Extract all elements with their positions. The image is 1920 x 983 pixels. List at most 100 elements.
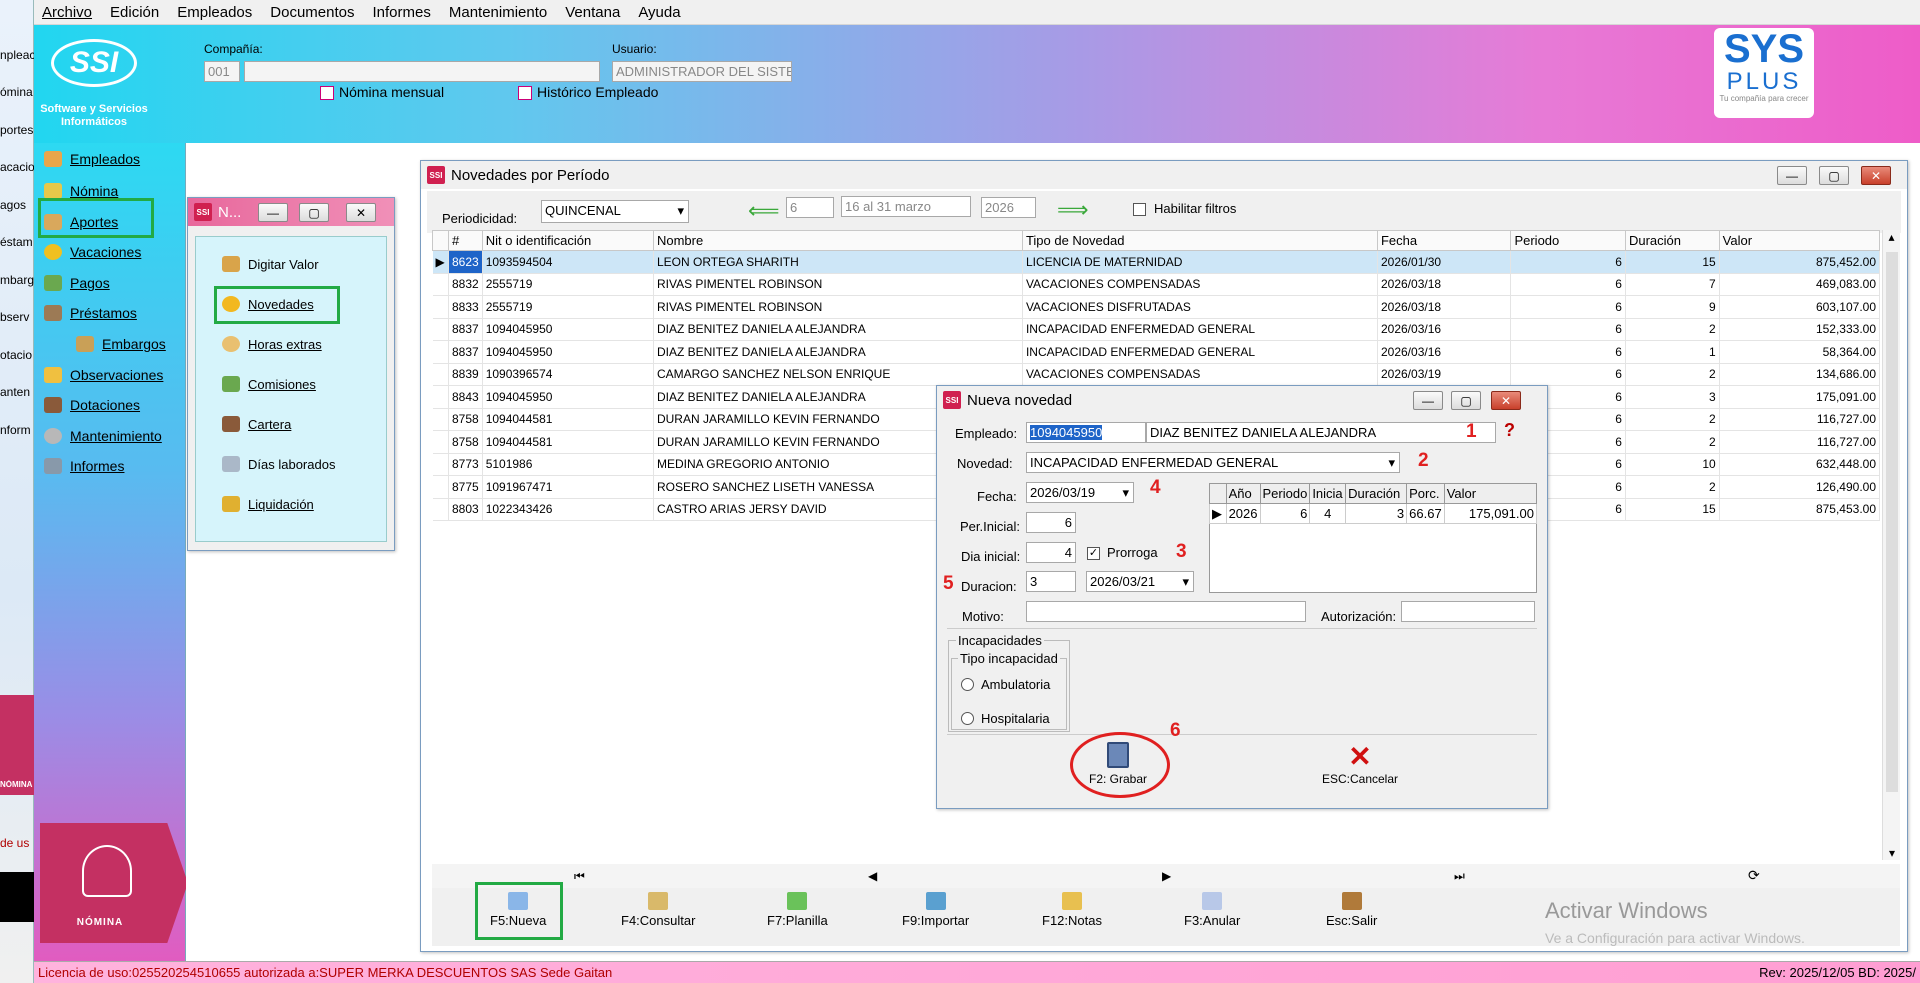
vertical-scrollbar[interactable]: ▴ ▾ bbox=[1882, 230, 1900, 860]
novedad-label: Novedad: bbox=[957, 456, 1013, 471]
sidebar-item-empleados[interactable]: Empleados bbox=[44, 144, 140, 174]
scroll-up-icon[interactable]: ▴ bbox=[1883, 230, 1900, 244]
minimize-button[interactable]: — bbox=[258, 203, 288, 222]
fecha-fin-picker[interactable]: 2026/03/21 ▾ bbox=[1086, 571, 1194, 592]
period-number-field[interactable]: 6 bbox=[786, 197, 834, 218]
importar-button[interactable]: F9:Importar bbox=[902, 892, 969, 928]
autorizacion-field[interactable] bbox=[1401, 601, 1535, 622]
fecha-picker[interactable]: 2026/03/19 ▾ bbox=[1026, 482, 1134, 503]
menu-edicion[interactable]: Edición bbox=[110, 4, 159, 21]
table-cell: VACACIONES COMPENSADAS bbox=[1022, 273, 1378, 296]
menu-informes[interactable]: Informes bbox=[373, 4, 431, 21]
menu-ayuda[interactable]: Ayuda bbox=[638, 4, 680, 21]
maximize-button[interactable]: ▢ bbox=[1819, 166, 1849, 185]
motivo-field[interactable] bbox=[1026, 601, 1306, 622]
menu-ventana[interactable]: Ventana bbox=[565, 4, 620, 21]
planilla-button[interactable]: F7:Planilla bbox=[767, 892, 828, 928]
table-row[interactable]: 8833 2555719 RIVAS PIMENTEL ROBINSON VACACI… bbox=[432, 295, 1881, 319]
table-cell: VACACIONES DISFRUTADAS bbox=[1022, 295, 1378, 319]
main-titlebar: SSI Novedades por Período bbox=[421, 161, 1907, 189]
column-header[interactable]: Valor bbox=[1718, 230, 1881, 251]
prorroga-label: Prorroga bbox=[1107, 545, 1158, 560]
table-cell: 2 bbox=[1625, 363, 1720, 386]
table-cell: 58,364.00 bbox=[1719, 340, 1881, 364]
help-icon[interactable]: ? bbox=[1504, 420, 1515, 441]
periods-row[interactable]: ▶ 2026 6 4 3 66.67 175,091.00 bbox=[1209, 503, 1538, 524]
sidebar-item-vacaciones[interactable]: Vacaciones bbox=[44, 237, 141, 267]
sidebar-item-pagos[interactable]: Pagos bbox=[44, 268, 110, 298]
cancelar-button[interactable]: ✕ ESC:Cancelar bbox=[1320, 742, 1400, 798]
anular-button[interactable]: F3:Anular bbox=[1184, 892, 1240, 928]
company-name-field[interactable] bbox=[244, 61, 600, 82]
table-row[interactable]: ▶ 8623 1093594504 LEON ORTEGA SHARITH LICENC… bbox=[432, 250, 1881, 274]
next-record-icon[interactable]: ▶ bbox=[1162, 869, 1171, 883]
table-cell: 469,083.00 bbox=[1719, 273, 1881, 296]
empleado-id-field[interactable]: 1094045950 bbox=[1026, 422, 1146, 443]
prev-record-icon[interactable]: ◀ bbox=[868, 869, 877, 883]
year-field[interactable]: 2026 bbox=[981, 197, 1036, 218]
arrow-left-icon[interactable]: ⟸ bbox=[748, 198, 780, 224]
link-historico-empleado[interactable]: Histórico Empleado bbox=[537, 84, 658, 100]
menu-empleados[interactable]: Empleados bbox=[177, 4, 252, 21]
duracion-field[interactable]: 3 bbox=[1026, 571, 1076, 592]
sidebar-item-dotaciones[interactable]: Dotaciones bbox=[44, 390, 140, 420]
dia-inicial-field[interactable]: 4 bbox=[1026, 542, 1076, 563]
maximize-button[interactable]: ▢ bbox=[1451, 391, 1481, 410]
column-header[interactable]: Nit o identificación bbox=[481, 230, 654, 251]
minimize-button[interactable]: — bbox=[1413, 391, 1443, 410]
sidebar-item-informes[interactable]: Informes bbox=[44, 451, 124, 481]
column-header[interactable]: Periodo bbox=[1510, 230, 1626, 251]
ambulatoria-radio[interactable] bbox=[961, 678, 974, 691]
periodicidad-select[interactable]: QUINCENAL ▾ bbox=[541, 200, 689, 223]
arrow-right-icon[interactable]: ⟹ bbox=[1057, 197, 1089, 223]
submenu-liquidacion[interactable]: Liquidación bbox=[222, 489, 314, 519]
column-header: Inicia bbox=[1309, 483, 1347, 504]
column-header[interactable]: Nombre bbox=[652, 230, 1023, 251]
bg-item: anten bbox=[0, 385, 31, 399]
salir-button[interactable]: Esc:Salir bbox=[1326, 892, 1377, 928]
notas-button[interactable]: F12:Notas bbox=[1042, 892, 1102, 928]
refresh-icon[interactable]: ⟳ bbox=[1748, 867, 1760, 884]
submenu-dias-laborados[interactable]: Días laborados bbox=[222, 449, 335, 479]
sidebar-item-mantenimiento[interactable]: Mantenimiento bbox=[44, 421, 162, 451]
table-row[interactable]: 8837 1094045950 DIAZ BENITEZ DANIELA ALEJA… bbox=[432, 318, 1881, 341]
table-row[interactable]: 8839 1090396574 CAMARGO SANCHEZ NELSON ENR… bbox=[432, 363, 1881, 386]
close-button[interactable]: ✕ bbox=[1861, 166, 1891, 185]
link-nomina-mensual[interactable]: Nómina mensual bbox=[339, 84, 444, 100]
table-cell: INCAPACIDAD ENFERMEDAD GENERAL bbox=[1022, 340, 1378, 364]
column-header[interactable]: Duración bbox=[1624, 230, 1720, 251]
table-row[interactable]: 8837 1094045950 DIAZ BENITEZ DANIELA ALEJA… bbox=[432, 340, 1881, 364]
annotation-3: 3 bbox=[1176, 541, 1187, 562]
sidebar-item-observaciones[interactable]: Observaciones bbox=[44, 360, 163, 390]
submenu-cartera[interactable]: Cartera bbox=[222, 409, 291, 439]
column-header[interactable]: # bbox=[447, 230, 483, 251]
column-header[interactable]: Tipo de Novedad bbox=[1021, 230, 1378, 251]
menu-documentos[interactable]: Documentos bbox=[270, 4, 354, 21]
submenu-horas-extras[interactable]: Horas extras bbox=[222, 329, 322, 359]
close-button[interactable]: ✕ bbox=[1491, 391, 1521, 410]
prorroga-checkbox[interactable]: ✓ bbox=[1087, 547, 1100, 560]
nomina-badge: NÓMINA bbox=[40, 823, 188, 943]
sidebar-item-embargos[interactable]: Embargos bbox=[76, 329, 166, 359]
exit-door-icon bbox=[1341, 892, 1362, 910]
novedad-select[interactable]: INCAPACIDAD ENFERMEDAD GENERAL ▾ bbox=[1026, 452, 1400, 473]
table-row[interactable]: 8832 2555719 RIVAS PIMENTEL ROBINSON VACACI… bbox=[432, 273, 1881, 296]
maximize-button[interactable]: ▢ bbox=[299, 203, 329, 222]
company-code-field[interactable]: 001 bbox=[204, 61, 240, 82]
menu-archivo[interactable]: Archivo bbox=[42, 4, 92, 21]
scrollbar-thumb[interactable] bbox=[1886, 252, 1898, 792]
minimize-button[interactable]: — bbox=[1777, 166, 1807, 185]
submenu-comisiones[interactable]: Comisiones bbox=[222, 369, 316, 399]
scroll-down-icon[interactable]: ▾ bbox=[1883, 846, 1901, 860]
submenu-digitar-valor[interactable]: Digitar Valor bbox=[222, 249, 319, 279]
per-inicial-field[interactable]: 6 bbox=[1026, 512, 1076, 533]
hospitalaria-radio[interactable] bbox=[961, 712, 974, 725]
first-record-icon[interactable]: ⏮ bbox=[574, 869, 585, 884]
filters-checkbox[interactable] bbox=[1133, 203, 1146, 216]
menu-mantenimiento[interactable]: Mantenimiento bbox=[449, 4, 547, 21]
close-button[interactable]: ✕ bbox=[346, 203, 376, 222]
consultar-button[interactable]: F4:Consultar bbox=[621, 892, 695, 928]
sidebar-item-prestamos[interactable]: Préstamos bbox=[44, 298, 137, 328]
last-record-icon[interactable]: ⏭ bbox=[1454, 869, 1465, 884]
column-header[interactable]: Fecha bbox=[1376, 230, 1512, 251]
